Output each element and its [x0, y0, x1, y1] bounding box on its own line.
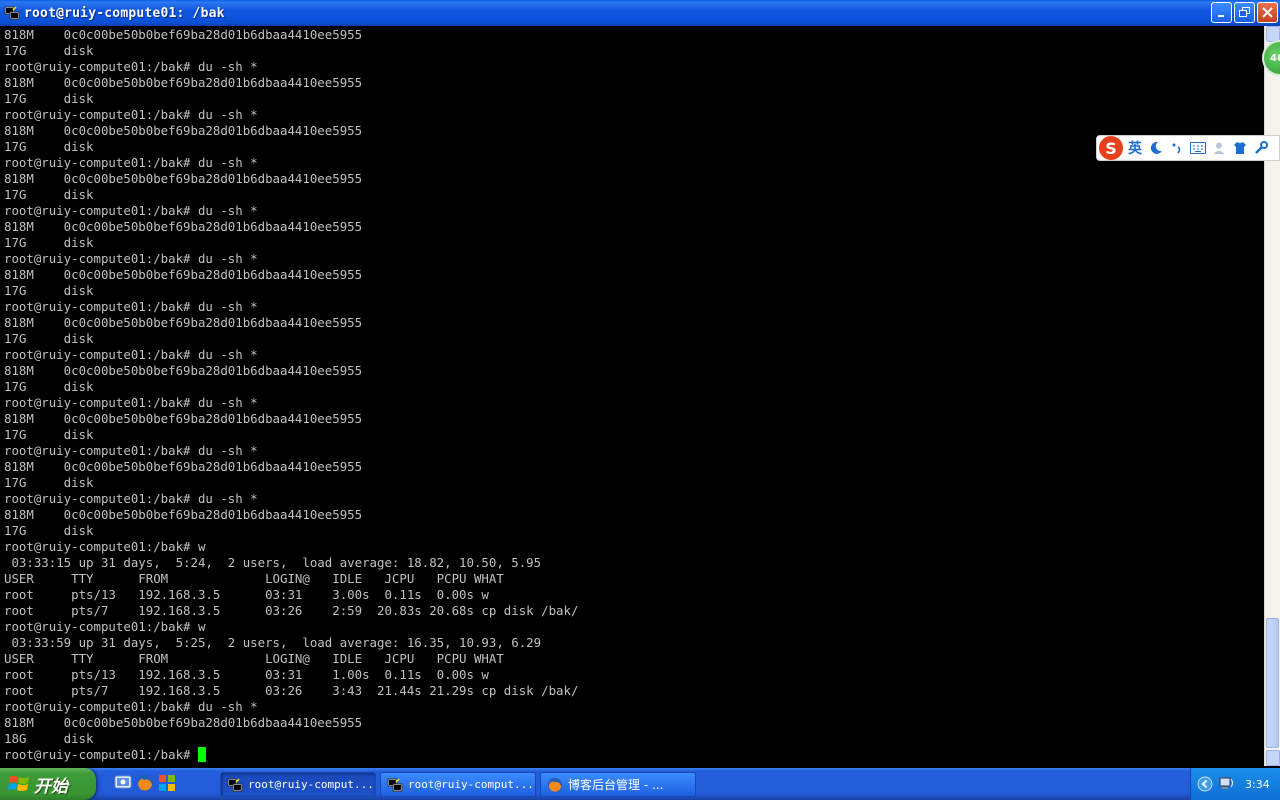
punctuation-icon[interactable] [1168, 139, 1186, 157]
terminal-line: 818M 0c0c00be50b0bef69ba28d01b6dbaa4410e… [4, 27, 363, 42]
taskbar-item-putty-1[interactable]: root@ruiy-comput... [220, 772, 376, 797]
terminal-line: 17G disk [4, 139, 94, 154]
terminal-prompt-line: root@ruiy-compute01:/bak# [4, 747, 1264, 763]
keyboard-icon[interactable] [1189, 139, 1207, 157]
firefox-icon[interactable] [136, 774, 154, 792]
floating-badge-text: 46 [1270, 52, 1280, 64]
terminal-prompt: root@ruiy-compute01:/bak# [4, 747, 198, 762]
window-titlebar[interactable]: root@ruiy-compute01: /bak [0, 0, 1280, 26]
close-button[interactable] [1257, 2, 1278, 23]
terminal-line: 818M 0c0c00be50b0bef69ba28d01b6dbaa4410e… [4, 411, 363, 426]
terminal-line: 818M 0c0c00be50b0bef69ba28d01b6dbaa4410e… [4, 507, 363, 522]
taskbar-item-putty-2[interactable]: root@ruiy-comput... [380, 772, 536, 797]
terminal-line: root@ruiy-compute01:/bak# du -sh * [4, 59, 258, 74]
sogou-logo-icon[interactable]: S [1099, 136, 1123, 160]
shirt-icon[interactable] [1231, 139, 1249, 157]
terminal-line: root@ruiy-compute01:/bak# w [4, 539, 206, 554]
terminal-line: root@ruiy-compute01:/bak# du -sh * [4, 443, 258, 458]
terminal-line: 818M 0c0c00be50b0bef69ba28d01b6dbaa4410e… [4, 363, 363, 378]
putty-icon [387, 777, 403, 791]
firefox-icon [547, 777, 563, 792]
wrench-icon[interactable] [1252, 139, 1270, 157]
terminal-output[interactable]: 818M 0c0c00be50b0bef69ba28d01b6dbaa4410e… [0, 26, 1264, 766]
terminal-line: root pts/13 192.168.3.5 03:31 1.00s 0.11… [4, 667, 489, 682]
taskbar-item-label: root@ruiy-comput... [408, 778, 534, 791]
terminal-line: root pts/7 192.168.3.5 03:26 2:59 20.83s… [4, 603, 579, 618]
putty-icon [4, 6, 20, 20]
terminal-line: 818M 0c0c00be50b0bef69ba28d01b6dbaa4410e… [4, 267, 363, 282]
show-desktop-icon[interactable] [114, 774, 132, 792]
tray-chevron-icon[interactable] [1197, 776, 1213, 792]
terminal-line: root@ruiy-compute01:/bak# du -sh * [4, 699, 258, 714]
terminal-line: root@ruiy-compute01:/bak# du -sh * [4, 155, 258, 170]
terminal-line: 17G disk [4, 235, 94, 250]
taskbar-item-label: 博客后台管理 - ... [568, 778, 664, 792]
window-title: root@ruiy-compute01: /bak [24, 5, 225, 21]
moon-icon[interactable] [1147, 139, 1165, 157]
terminal-line: root@ruiy-compute01:/bak# du -sh * [4, 203, 258, 218]
terminal-line: root@ruiy-compute01:/bak# du -sh * [4, 251, 258, 266]
terminal-line: 818M 0c0c00be50b0bef69ba28d01b6dbaa4410e… [4, 315, 363, 330]
taskbar-item-firefox[interactable]: 博客后台管理 - ... [540, 772, 696, 797]
maximize-icon [1239, 7, 1250, 17]
terminal-line: 03:33:15 up 31 days, 5:24, 2 users, load… [4, 555, 542, 570]
ime-language-toggle[interactable]: 英 [1126, 138, 1144, 158]
start-label: 开始 [34, 776, 68, 797]
terminal-line: 17G disk [4, 523, 94, 538]
minimize-icon [1218, 15, 1224, 17]
terminal-line: 818M 0c0c00be50b0bef69ba28d01b6dbaa4410e… [4, 171, 363, 186]
terminal-line: root@ruiy-compute01:/bak# du -sh * [4, 491, 258, 506]
system-tray: 3:34 [1190, 768, 1280, 800]
windows-logo-icon [8, 776, 29, 791]
terminal-line: 17G disk [4, 427, 94, 442]
terminal-line: root@ruiy-compute01:/bak# du -sh * [4, 395, 258, 410]
terminal-line: 818M 0c0c00be50b0bef69ba28d01b6dbaa4410e… [4, 75, 363, 90]
terminal-line: 818M 0c0c00be50b0bef69ba28d01b6dbaa4410e… [4, 715, 363, 730]
taskbar-item-label: root@ruiy-comput... [248, 778, 374, 791]
maximize-button[interactable] [1234, 2, 1255, 23]
terminal-line: root@ruiy-compute01:/bak# du -sh * [4, 347, 258, 362]
quick-launch [114, 774, 176, 792]
terminal-line: 818M 0c0c00be50b0bef69ba28d01b6dbaa4410e… [4, 123, 363, 138]
user-icon[interactable] [1210, 139, 1228, 157]
terminal-line: USER TTY FROM LOGIN@ IDLE JCPU PCPU WHAT [4, 571, 504, 586]
minimize-button[interactable] [1211, 2, 1232, 23]
network-icon[interactable] [1217, 776, 1235, 792]
taskbar: 开始 root@ruiy-comput... root@ruiy-comput.… [0, 768, 1280, 800]
start-button[interactable]: 开始 [0, 768, 96, 800]
scroll-thumb[interactable] [1266, 618, 1279, 748]
terminal-line: root@ruiy-compute01:/bak# du -sh * [4, 107, 258, 122]
terminal-line: root@ruiy-compute01:/bak# du -sh * [4, 299, 258, 314]
close-icon [1262, 7, 1273, 18]
terminal-line: 17G disk [4, 187, 94, 202]
ime-toolbar[interactable]: S 英 [1096, 135, 1280, 161]
taskbar-clock[interactable]: 3:34 [1245, 778, 1270, 791]
terminal-line: 818M 0c0c00be50b0bef69ba28d01b6dbaa4410e… [4, 459, 363, 474]
putty-icon [227, 777, 243, 791]
terminal-line: 17G disk [4, 283, 94, 298]
terminal-line: USER TTY FROM LOGIN@ IDLE JCPU PCPU WHAT [4, 651, 504, 666]
scroll-down-arrow-icon[interactable] [1266, 750, 1280, 766]
terminal-line: 17G disk [4, 379, 94, 394]
windows-media-icon[interactable] [158, 774, 176, 792]
terminal-line: 03:33:59 up 31 days, 5:25, 2 users, load… [4, 635, 542, 650]
terminal-cursor [197, 747, 206, 762]
terminal-line: root pts/13 192.168.3.5 03:31 3.00s 0.11… [4, 587, 489, 602]
terminal-line: 17G disk [4, 91, 94, 106]
terminal-line: 17G disk [4, 43, 94, 58]
terminal-line: root pts/7 192.168.3.5 03:26 3:43 21.44s… [4, 683, 579, 698]
terminal-line: root@ruiy-compute01:/bak# w [4, 619, 206, 634]
terminal-line: 818M 0c0c00be50b0bef69ba28d01b6dbaa4410e… [4, 219, 363, 234]
terminal-line: 17G disk [4, 475, 94, 490]
terminal-line: 17G disk [4, 331, 94, 346]
terminal-line: 18G disk [4, 731, 94, 746]
